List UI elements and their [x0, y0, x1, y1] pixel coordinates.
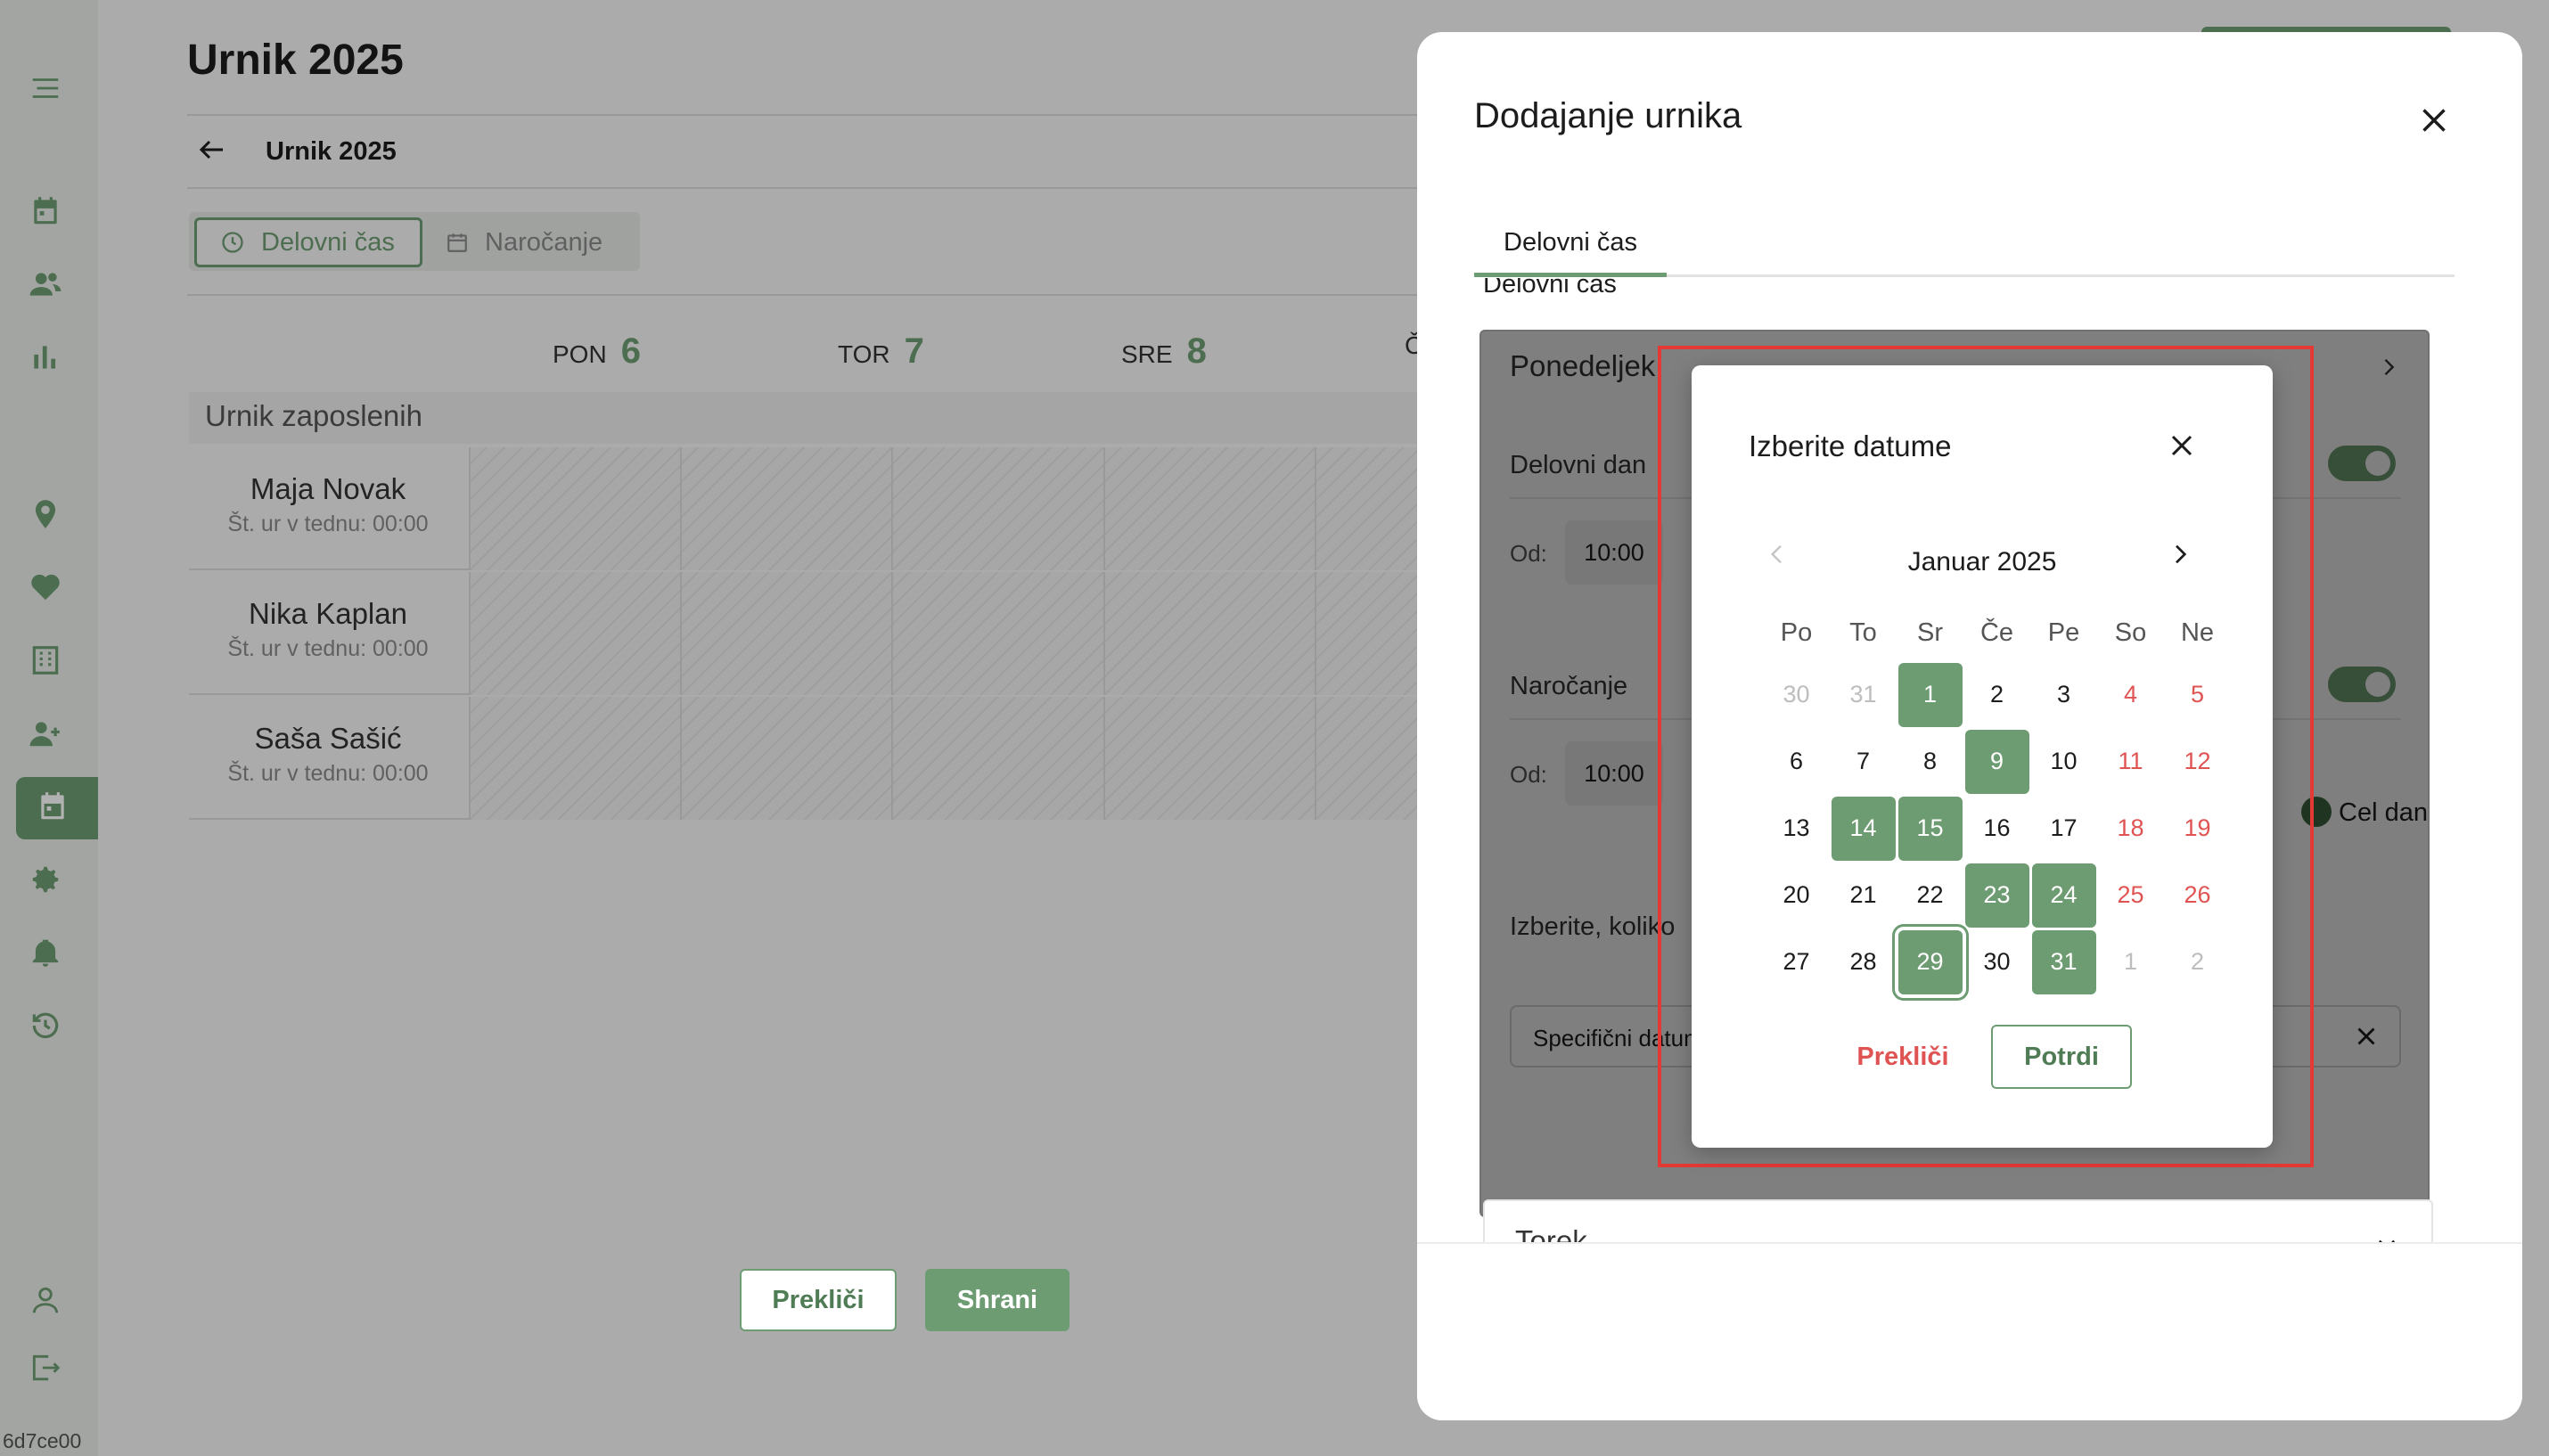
- day-cell[interactable]: 1: [2097, 928, 2164, 995]
- day-cell[interactable]: 4: [2097, 661, 2164, 728]
- day-cell[interactable]: 16: [1963, 795, 2030, 862]
- dialog-title: Izberite datume: [1749, 429, 1952, 462]
- day-cell-selected[interactable]: 14: [1830, 795, 1897, 862]
- day-cell[interactable]: 19: [2164, 795, 2231, 862]
- day-number: 2: [1989, 681, 2004, 708]
- day-number: 15: [1897, 796, 1963, 861]
- day-cell-selected[interactable]: 31: [2030, 928, 2097, 995]
- day-cell[interactable]: 17: [2030, 795, 2097, 862]
- day-number: 26: [2184, 881, 2211, 908]
- day-cell[interactable]: 22: [1897, 862, 1963, 928]
- save-button[interactable]: Shrani: [925, 1269, 1070, 1331]
- day-number: 14: [1831, 796, 1896, 861]
- day-number: 21: [1849, 881, 1877, 908]
- day-cell-selected[interactable]: 29: [1897, 928, 1963, 995]
- date-picker-dialog: Izberite datume Januar 2025 Po To Sr Če Pe So…: [1692, 365, 2273, 1148]
- weekday-header: Po To Sr Če Pe So Ne: [1763, 618, 2231, 648]
- day-number: 20: [1783, 881, 1810, 908]
- day-number: 1: [1897, 662, 1963, 727]
- weekday-label: Sr: [1917, 618, 1943, 647]
- day-number: 23: [1964, 863, 2029, 928]
- day-number: 10: [2050, 748, 2078, 774]
- day-number: 22: [1916, 881, 1944, 908]
- day-number: 25: [2117, 881, 2144, 908]
- modal-footer: [1417, 1242, 2522, 1420]
- day-cell-selected[interactable]: 15: [1897, 795, 1963, 862]
- day-cell-selected[interactable]: 1: [1897, 661, 1963, 728]
- tab-indicator: [1474, 273, 1667, 277]
- day-cell[interactable]: 7: [1830, 728, 1897, 795]
- weekday-label: So: [2114, 618, 2147, 647]
- day-number: 17: [2050, 814, 2078, 841]
- day-cell[interactable]: 2: [1963, 661, 2030, 728]
- day-number: 29: [1897, 929, 1963, 994]
- close-icon[interactable]: [2414, 100, 2455, 141]
- day-number: 31: [2031, 929, 2096, 994]
- day-cell-selected[interactable]: 9: [1963, 728, 2030, 795]
- day-cell[interactable]: 13: [1763, 795, 1830, 862]
- day-cell[interactable]: 28: [1830, 928, 1897, 995]
- day-number: 9: [1964, 729, 2029, 794]
- weekday-label: Po: [1780, 618, 1813, 647]
- day-cell[interactable]: 2: [2164, 928, 2231, 995]
- day-number: 8: [1922, 748, 1938, 774]
- day-cell[interactable]: 30: [1763, 661, 1830, 728]
- day-cell[interactable]: 20: [1763, 862, 1830, 928]
- day-cell[interactable]: 25: [2097, 862, 2164, 928]
- tab-working-hours[interactable]: Delovni čas: [1474, 228, 1667, 278]
- day-number: 11: [2118, 748, 2143, 774]
- day-cell[interactable]: 27: [1763, 928, 1830, 995]
- weekday-label: To: [1849, 618, 1877, 647]
- day-cell[interactable]: 30: [1963, 928, 2030, 995]
- day-cell[interactable]: 10: [2030, 728, 2097, 795]
- weekday-label: Če: [1979, 618, 2014, 647]
- day-number: 4: [2123, 681, 2138, 708]
- day-number: 16: [1983, 814, 2011, 841]
- chevron-right-icon[interactable]: [2166, 540, 2194, 568]
- cancel-button[interactable]: Prekliči: [1847, 1025, 1959, 1089]
- day-grid: 30 31 1 2 3 4 5 6 7 8 9 10 11 12 13 14 15 16 17 18 19 20 21 22 2…: [1763, 661, 2231, 995]
- day-number: 12: [2184, 748, 2211, 774]
- day-number: 30: [1783, 681, 1810, 708]
- day-cell[interactable]: 8: [1897, 728, 1963, 795]
- day-cell[interactable]: 3: [2030, 661, 2097, 728]
- day-number: 27: [1783, 948, 1810, 975]
- day-cell[interactable]: 5: [2164, 661, 2231, 728]
- day-cell[interactable]: 12: [2164, 728, 2231, 795]
- day-number: 3: [2056, 681, 2071, 708]
- close-icon[interactable]: [2164, 428, 2200, 463]
- day-cell[interactable]: 21: [1830, 862, 1897, 928]
- weekday-label: Ne: [2180, 618, 2215, 647]
- day-cell[interactable]: 18: [2097, 795, 2164, 862]
- day-number: 6: [1789, 748, 1804, 774]
- day-cell[interactable]: 11: [2097, 728, 2164, 795]
- day-cell-selected[interactable]: 24: [2030, 862, 2097, 928]
- day-cell-selected[interactable]: 23: [1963, 862, 2030, 928]
- day-number: 18: [2117, 814, 2144, 841]
- day-number: 5: [2190, 681, 2205, 708]
- confirm-button[interactable]: Potrdi: [1991, 1025, 2132, 1089]
- weekday-label: Pe: [2047, 618, 2080, 647]
- day-cell[interactable]: 6: [1763, 728, 1830, 795]
- day-number: 31: [1849, 681, 1877, 708]
- day-number: 30: [1983, 948, 2011, 975]
- day-number: 2: [2190, 948, 2205, 975]
- section-heading: Delovni čas: [1483, 278, 1617, 298]
- day-number: 1: [2123, 948, 2138, 975]
- day-number: 13: [1783, 814, 1810, 841]
- day-number: 19: [2184, 814, 2211, 841]
- day-number: 28: [1849, 948, 1877, 975]
- modal-title: Dodajanje urnika: [1474, 96, 1742, 135]
- day-number: 7: [1856, 748, 1871, 774]
- day-cell[interactable]: 26: [2164, 862, 2231, 928]
- cancel-button[interactable]: Prekliči: [740, 1269, 897, 1331]
- day-cell[interactable]: 31: [1830, 661, 1897, 728]
- day-number: 24: [2031, 863, 2096, 928]
